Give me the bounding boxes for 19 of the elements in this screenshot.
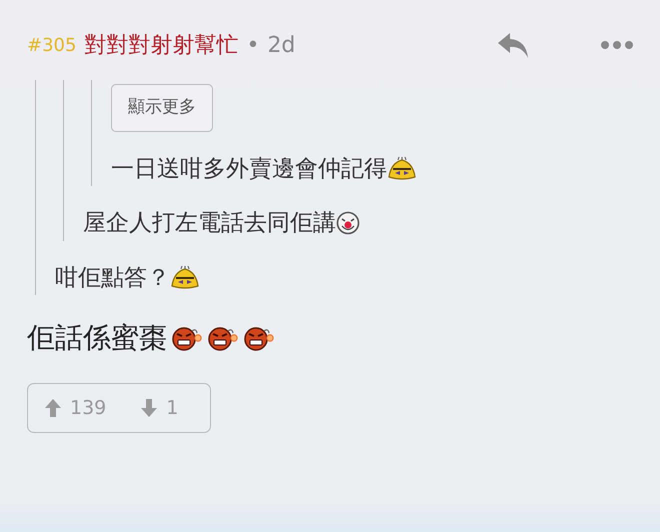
post-age: 2d: [267, 32, 296, 60]
separator-dot: •: [246, 32, 260, 60]
angry-face-icon: [243, 325, 275, 351]
shy-face-icon: [170, 266, 200, 290]
quote-text: 咁佢點答？: [55, 264, 170, 292]
up-arrow-icon: [44, 398, 62, 418]
show-more-button[interactable]: 顯示更多: [111, 84, 213, 132]
down-arrow-icon: [140, 398, 158, 418]
more-icon[interactable]: [600, 39, 634, 51]
author-name[interactable]: 對對對射射幫忙: [84, 28, 238, 62]
reply-icon[interactable]: [496, 30, 530, 60]
clown-face-icon: [336, 211, 360, 236]
angry-face-icon: [207, 325, 239, 351]
quote-text: 屋企人打左電話去同佢講: [83, 209, 336, 238]
angry-face-icon: [171, 325, 203, 351]
post-number: #305: [27, 34, 76, 58]
shy-face-icon: [387, 156, 417, 181]
post-text: 佢話係蜜棗: [27, 320, 167, 356]
quote-text: 一日送咁多外賣邊會仲記得: [111, 154, 387, 184]
